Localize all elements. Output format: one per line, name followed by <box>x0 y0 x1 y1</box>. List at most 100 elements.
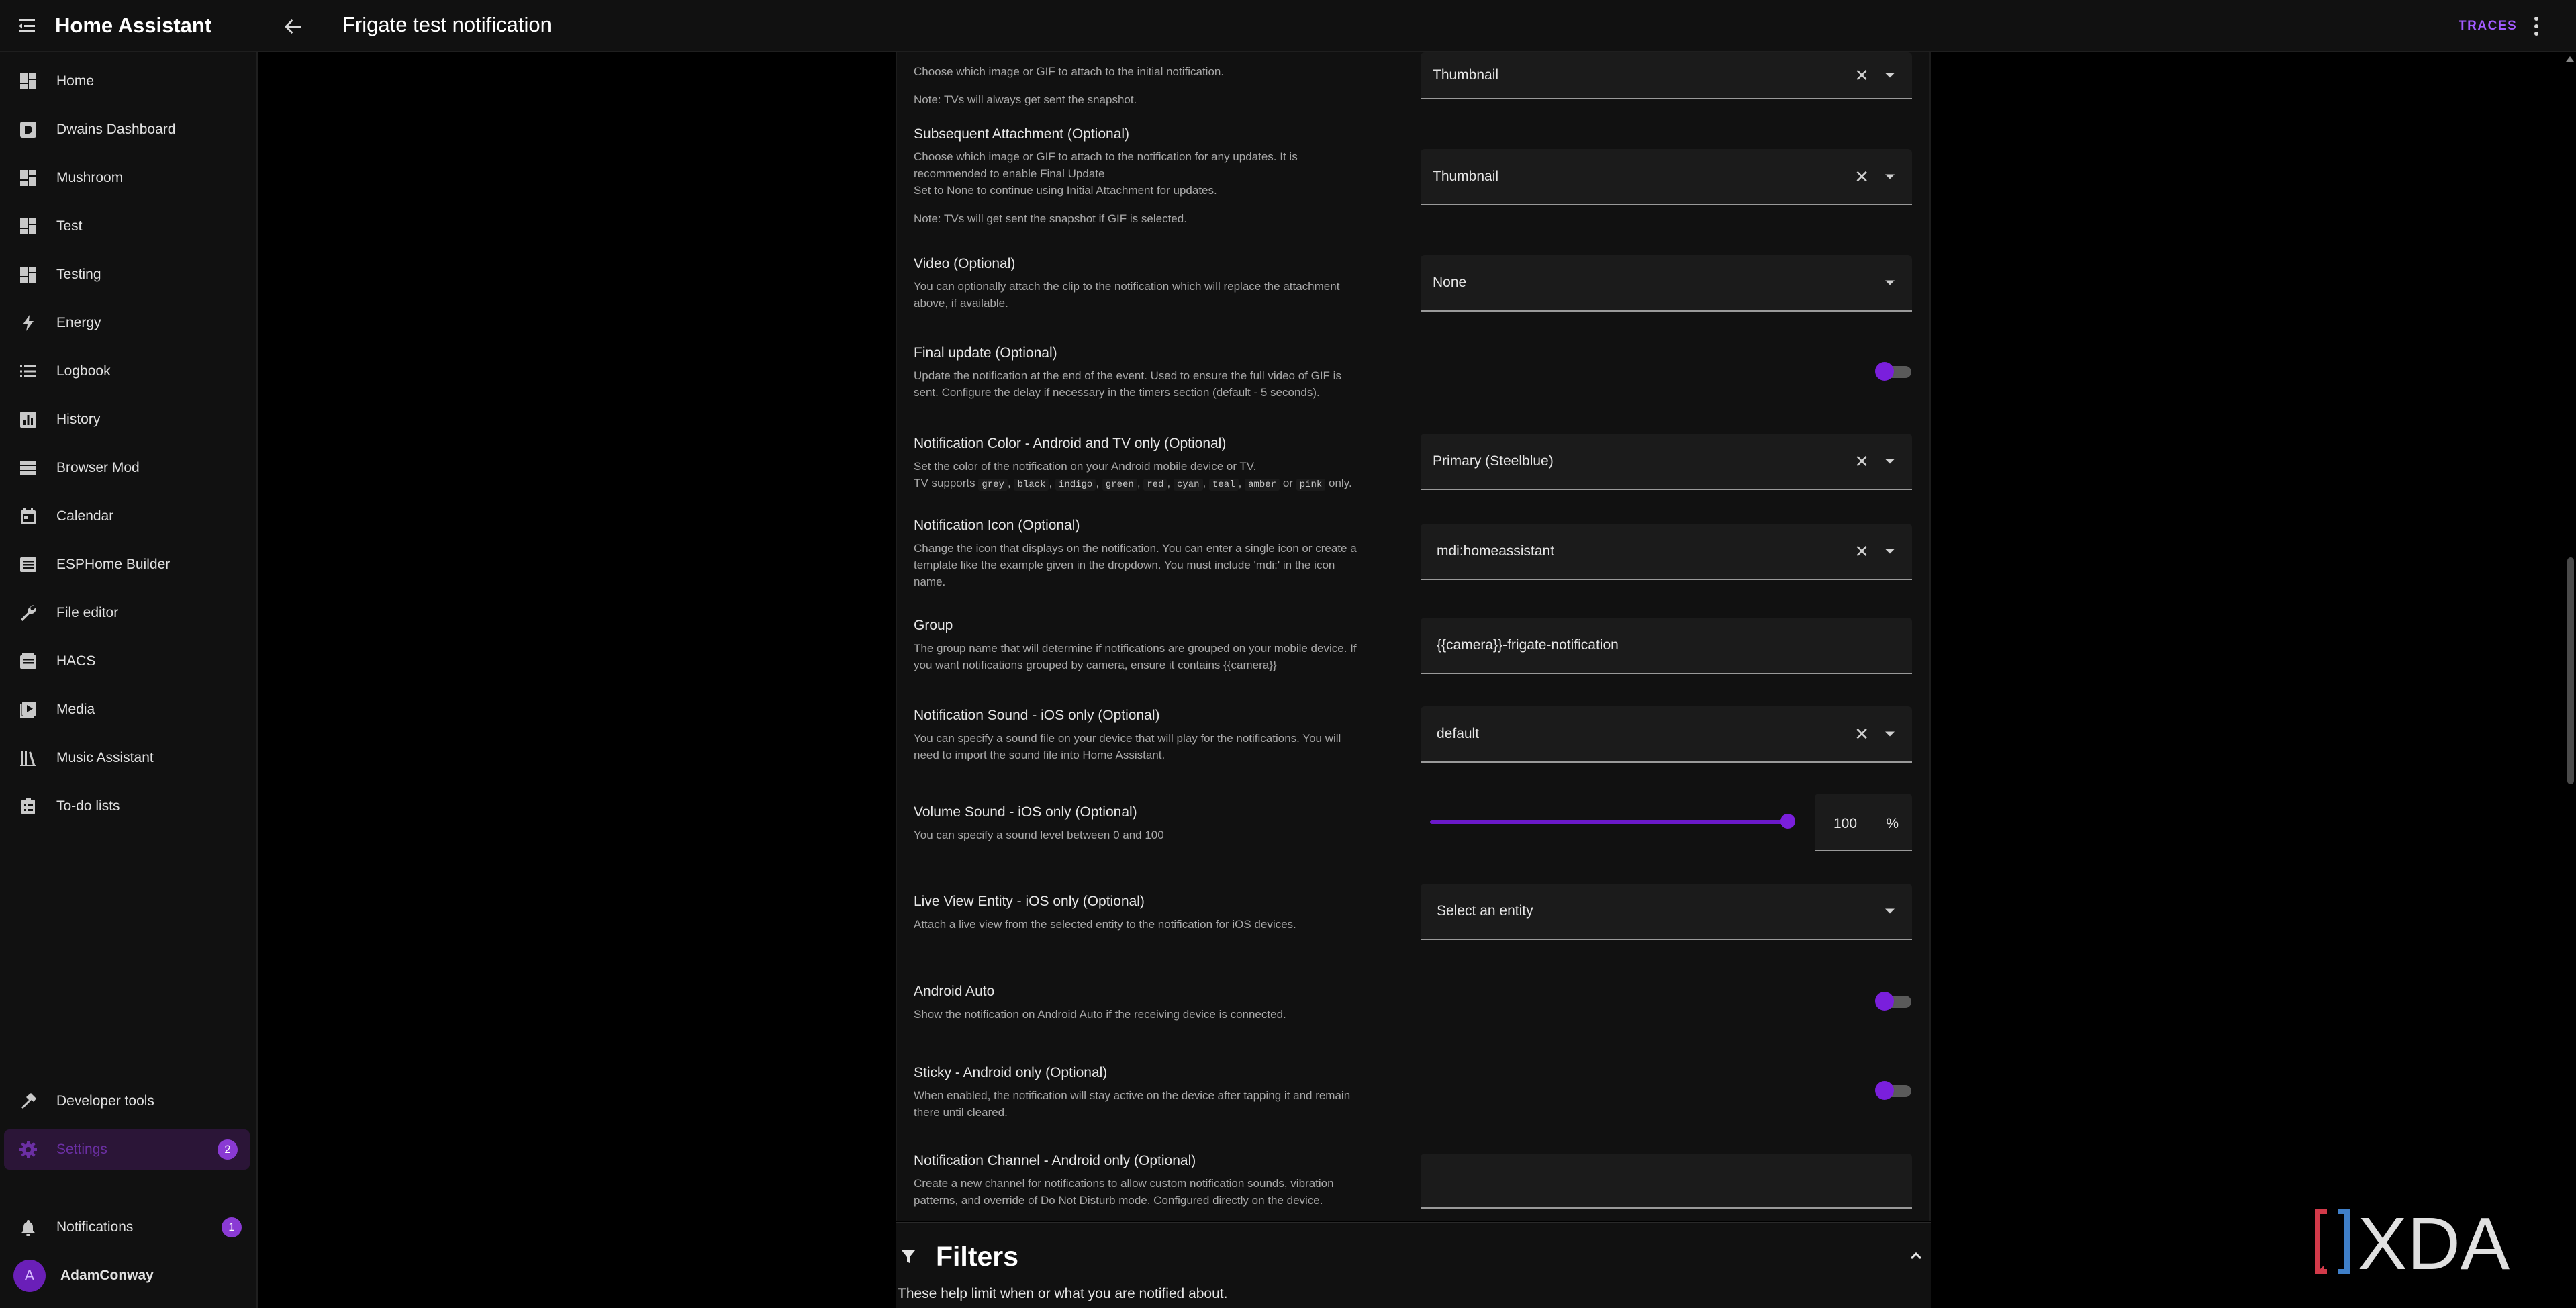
sidebar-item-developer-tools[interactable]: Developer tools <box>0 1081 258 1121</box>
field-desc: Choose which image or GIF to attach to t… <box>914 150 1298 163</box>
volume-number-input[interactable]: 100 % <box>1815 794 1912 851</box>
chevron-down-icon[interactable] <box>1885 73 1895 78</box>
dashboard-icon <box>17 216 39 237</box>
sidebar-item-hacs[interactable]: HACS <box>0 641 258 682</box>
field-title: Group <box>914 618 953 633</box>
sidebar-item-mushroom[interactable]: Mushroom <box>0 158 258 198</box>
field-title: Notification Channel - Android only (Opt… <box>914 1153 1196 1168</box>
chevron-down-icon[interactable] <box>1885 908 1895 914</box>
sidebar-item-testing[interactable]: Testing <box>0 254 258 295</box>
video-select[interactable]: None <box>1421 255 1912 312</box>
field-title: Notification Sound - iOS only (Optional) <box>914 708 1160 723</box>
sidebar-item-test[interactable]: Test <box>0 206 258 246</box>
initial-attachment-desc: Choose which image or GIF to attach to t… <box>914 65 1225 78</box>
more-vert-icon[interactable] <box>2533 15 2540 38</box>
field-desc: sent. Configure the delay if necessary i… <box>914 386 1320 399</box>
chevron-down-icon[interactable] <box>1885 549 1895 554</box>
field-desc: Set to None to continue using Initial At… <box>914 184 1217 197</box>
field-desc: Update the notification at the end of th… <box>914 369 1341 382</box>
sidebar-item-label: Calendar <box>56 508 114 524</box>
sidebar-item-label: File editor <box>56 605 119 620</box>
sidebar-item-browser-mod[interactable]: Browser Mod <box>0 448 258 488</box>
sidebar-item-home[interactable]: Home <box>0 61 258 101</box>
scroll-up-arrow[interactable] <box>2566 56 2574 62</box>
field-title: Video (Optional) <box>914 256 1016 271</box>
sidebar-item-to-do-lists[interactable]: To-do lists <box>0 786 258 827</box>
page-title: Frigate test notification <box>342 13 552 36</box>
slider-handle[interactable] <box>1780 814 1795 829</box>
sidebar-item-esphome-builder[interactable]: ESPHome Builder <box>0 545 258 585</box>
field-title: Android Auto <box>914 984 995 999</box>
sidebar-item-label: Mushroom <box>56 170 124 185</box>
server-icon <box>17 457 39 479</box>
notification-channel-input[interactable] <box>1421 1154 1912 1209</box>
color-list: TV supports grey, black, indigo, green, … <box>914 477 1352 491</box>
sidebar-item-label: Browser Mod <box>56 460 140 475</box>
clear-icon[interactable]: ✕ <box>1854 725 1869 743</box>
lightning-icon <box>17 312 39 334</box>
clear-icon[interactable]: ✕ <box>1854 168 1869 185</box>
final-update-toggle[interactable] <box>1875 362 1911 381</box>
volume-slider[interactable] <box>1430 814 1795 829</box>
subsequent-attachment-field: Subsequent Attachment (Optional) Choose … <box>914 126 1411 227</box>
sidebar-item-energy[interactable]: Energy <box>0 303 258 343</box>
field-desc: recommended to enable Final Update <box>914 167 1105 180</box>
filters-desc: These help limit when or what you are no… <box>898 1286 1228 1301</box>
sticky-toggle[interactable] <box>1875 1081 1911 1100</box>
chevron-up-icon[interactable] <box>1910 1252 1922 1260</box>
field-note: Note: TVs will get sent the snapshot if … <box>914 212 1187 225</box>
sidebar-item-label: Media <box>56 702 95 717</box>
clear-icon[interactable]: ✕ <box>1854 66 1869 84</box>
chevron-down-icon[interactable] <box>1885 174 1895 179</box>
field-desc: need to import the sound file into Home … <box>914 749 1165 761</box>
final-update-field: Final update (Optional) Update the notif… <box>914 345 1411 401</box>
field-desc: Create a new channel for notifications t… <box>914 1177 1334 1190</box>
android-auto-toggle[interactable] <box>1875 992 1911 1011</box>
scrollbar-thumb[interactable] <box>2567 557 2574 784</box>
select-value: Primary (Steelblue) <box>1433 453 1554 469</box>
select-value: None <box>1433 275 1467 290</box>
sidebar-item-settings[interactable]: Settings 2 <box>4 1129 250 1170</box>
sidebar-item-logbook[interactable]: Logbook <box>0 351 258 391</box>
back-arrow-icon[interactable] <box>282 15 305 38</box>
traces-button[interactable]: TRACES <box>2459 19 2517 34</box>
wrench-icon <box>17 602 39 624</box>
number-value: 100 <box>1833 816 1858 831</box>
android-auto-field: Android Auto Show the notification on An… <box>914 984 1411 1023</box>
sidebar-item-calendar[interactable]: Calendar <box>0 496 258 536</box>
sidebar-item-dwains-dashboard[interactable]: Dwains Dashboard <box>0 109 258 150</box>
sidebar-item-notifications[interactable]: Notifications 1 <box>0 1207 258 1248</box>
sidebar-item-user[interactable]: A AdamConway <box>0 1256 258 1296</box>
initial-attachment-select[interactable]: Thumbnail ✕ <box>1421 52 1912 99</box>
sidebar-item-label: ESPHome Builder <box>56 557 171 572</box>
chevron-down-icon[interactable] <box>1885 459 1895 464</box>
library-icon <box>17 747 39 769</box>
notification-sound-input[interactable]: default ✕ <box>1421 706 1912 763</box>
field-title: Final update (Optional) <box>914 345 1057 361</box>
clear-icon[interactable]: ✕ <box>1854 453 1869 470</box>
subsequent-attachment-select[interactable]: Thumbnail ✕ <box>1421 149 1912 205</box>
field-title: Sticky - Android only (Optional) <box>914 1065 1108 1080</box>
dwains-icon <box>17 119 39 140</box>
menu-fold-icon[interactable] <box>17 16 38 36</box>
toggle-knob <box>1875 362 1894 381</box>
notification-icon-input[interactable]: mdi:homeassistant ✕ <box>1421 524 1912 580</box>
sidebar-item-music-assistant[interactable]: Music Assistant <box>0 738 258 778</box>
sidebar-item-history[interactable]: History <box>0 400 258 440</box>
sidebar-item-media[interactable]: Media <box>0 690 258 730</box>
sidebar-item-label: Logbook <box>56 363 111 379</box>
settings-label: Settings <box>56 1141 107 1157</box>
notification-icon-field: Notification Icon (Optional) Change the … <box>914 518 1411 590</box>
field-desc: you want notifications grouped by camera… <box>914 659 1277 671</box>
sticky-field: Sticky - Android only (Optional) When en… <box>914 1065 1411 1121</box>
chevron-down-icon[interactable] <box>1885 731 1895 737</box>
sidebar-item-file-editor[interactable]: File editor <box>0 593 258 633</box>
live-view-entity-picker[interactable]: Select an entity <box>1421 884 1912 940</box>
clear-icon[interactable]: ✕ <box>1854 543 1869 560</box>
color-code: red <box>1143 479 1167 491</box>
chevron-down-icon[interactable] <box>1885 280 1895 285</box>
initial-attachment-field: Choose which image or GIF to attach to t… <box>914 63 1411 108</box>
group-input[interactable]: {{camera}}-frigate-notification <box>1421 618 1912 674</box>
notification-color-select[interactable]: Primary (Steelblue) ✕ <box>1421 434 1912 490</box>
field-title: Live View Entity - iOS only (Optional) <box>914 894 1145 909</box>
